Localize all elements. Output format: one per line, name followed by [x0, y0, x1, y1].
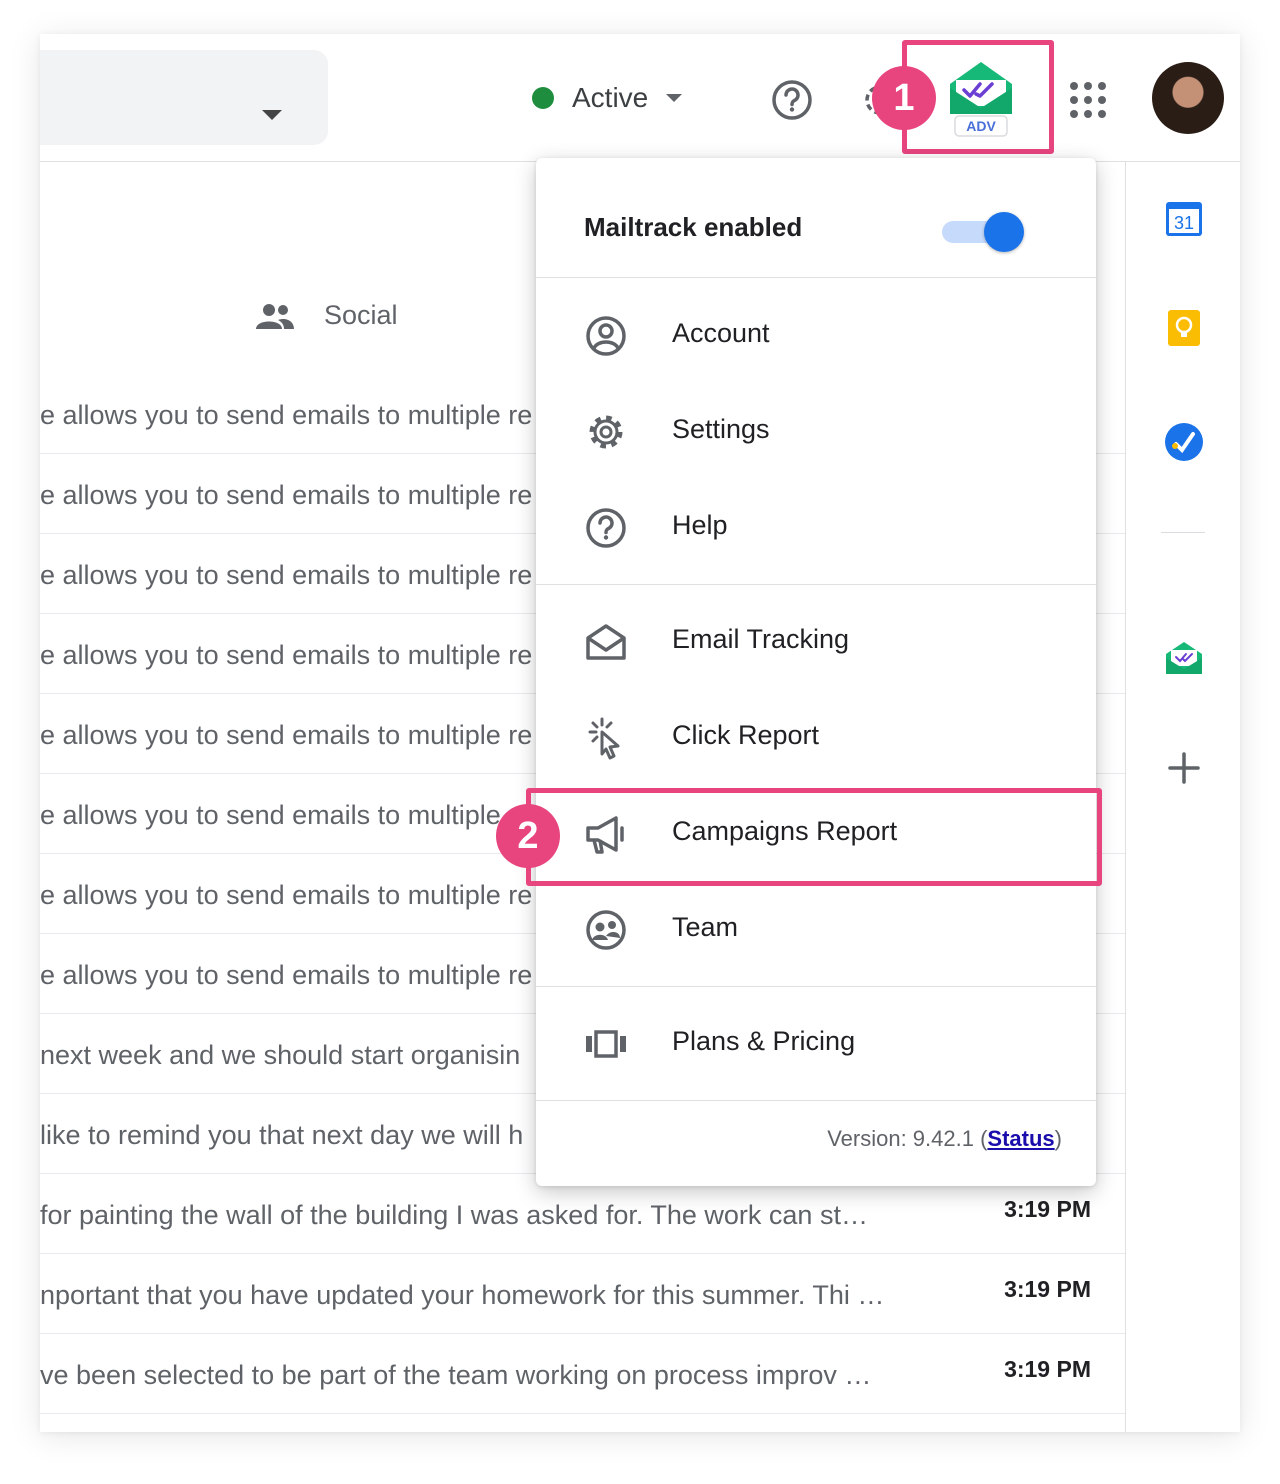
menu-header: Mailtrack enabled [536, 158, 1096, 278]
mail-time: 3:19 PM [1004, 1196, 1091, 1222]
mail-snippet: e allows you to send emails to multiple … [40, 960, 533, 990]
status-link[interactable]: Status [987, 1126, 1054, 1151]
account-circle-icon [586, 316, 626, 356]
status-dot-icon [532, 87, 554, 109]
mailtrack-badge-text: ADV [966, 118, 996, 134]
chevron-down-icon [666, 94, 683, 102]
menu-divider [536, 584, 1096, 585]
menu-item-label: Settings [672, 414, 770, 444]
menu-item-label: Team [672, 912, 739, 942]
mailtrack-menu: Mailtrack enabled Account Settings Help … [536, 158, 1096, 1186]
menu-item-click-report[interactable]: Click Report [536, 690, 1096, 786]
side-panel: 31 [1125, 162, 1240, 1432]
avatar[interactable] [1152, 62, 1224, 134]
menu-item-label: Plans & Pricing [672, 1026, 856, 1056]
mail-snippet: e allows you to send emails to multiple … [40, 480, 533, 510]
mail-row[interactable]: for painting the wall of the building I … [40, 1174, 1125, 1254]
keep-icon[interactable] [1162, 306, 1206, 350]
calendar-icon[interactable]: 31 [1162, 196, 1206, 240]
apps-grid-icon[interactable] [1068, 80, 1108, 120]
mailtrack-side-icon[interactable] [1162, 636, 1206, 680]
search-bar[interactable] [40, 50, 328, 145]
version-suffix: ) [1054, 1126, 1062, 1151]
add-addon-plus-icon[interactable] [1162, 746, 1206, 790]
menu-item-email-tracking[interactable]: Email Tracking [536, 594, 1096, 690]
mail-snippet: for painting the wall of the building I … [40, 1200, 868, 1230]
menu-item-help[interactable]: Help [536, 480, 1096, 576]
mail-snippet: next week and we should start organisin [40, 1040, 521, 1070]
menu-divider [536, 986, 1096, 987]
mail-snippet: e allows you to send emails to multiple … [40, 560, 533, 590]
plans-icon [586, 1030, 626, 1058]
menu-item-label: Help [672, 510, 728, 540]
open-envelope-icon [586, 624, 626, 660]
mail-snippet: like to remind you that next day we will… [40, 1120, 524, 1150]
people-icon [256, 303, 294, 329]
menu-footer: Version: 9.42.1 (Status) [536, 1100, 1096, 1186]
menu-item-label: Email Tracking [672, 624, 850, 654]
mail-row[interactable]: nportant that you have updated your home… [40, 1254, 1125, 1334]
side-panel-divider [1161, 532, 1205, 533]
app-window: Active ADV 1 Social e allows you to send… [40, 34, 1240, 1432]
menu-item-label: Click Report [672, 720, 820, 750]
menu-item-account[interactable]: Account [536, 288, 1096, 384]
menu-title: Mailtrack enabled [584, 212, 803, 242]
mail-snippet: e allows you to send emails to multiple [40, 800, 501, 830]
mail-snippet: nportant that you have updated your home… [40, 1280, 885, 1310]
search-options-caret-icon[interactable] [262, 110, 282, 120]
mail-time: 3:19 PM [1004, 1276, 1091, 1302]
calendar-day: 31 [1174, 213, 1194, 233]
toggle-knob [984, 212, 1024, 252]
team-icon [586, 910, 626, 950]
mail-row[interactable]: ve been selected to be part of the team … [40, 1334, 1125, 1414]
gear-icon [589, 415, 623, 449]
tasks-icon[interactable] [1162, 420, 1206, 464]
step-2-badge: 2 [496, 804, 560, 868]
click-cursor-icon [588, 717, 620, 760]
menu-item-team[interactable]: Team [536, 882, 1096, 978]
mail-snippet: e allows you to send emails to multiple … [40, 720, 533, 750]
tab-social[interactable]: Social [256, 300, 398, 331]
version-text: Version: 9.42.1 (Status) [827, 1126, 1062, 1152]
menu-item-settings[interactable]: Settings [536, 384, 1096, 480]
mailtrack-adv-icon[interactable]: ADV [946, 58, 1016, 138]
mail-snippet: e allows you to send emails to multiple … [40, 880, 533, 910]
tab-social-label: Social [324, 300, 398, 330]
version-prefix: Version: 9.42.1 ( [827, 1126, 988, 1151]
status-label: Active [572, 82, 649, 113]
status-selector[interactable]: Active [532, 82, 683, 114]
campaigns-highlight-box [526, 788, 1102, 886]
mailtrack-toggle[interactable] [942, 212, 1024, 252]
step-1-badge: 1 [872, 66, 936, 130]
menu-item-plans-pricing[interactable]: Plans & Pricing [536, 996, 1096, 1092]
mail-snippet: e allows you to send emails to multiple … [40, 640, 533, 670]
mail-time: 3:19 PM [1004, 1356, 1091, 1382]
menu-item-label: Account [672, 318, 770, 348]
mail-snippet: e allows you to send emails to multiple … [40, 400, 533, 430]
help-circle-icon [586, 508, 626, 548]
top-bar: Active ADV 1 [40, 34, 1240, 162]
mail-snippet: ve been selected to be part of the team … [40, 1360, 872, 1390]
help-icon[interactable] [770, 78, 814, 122]
